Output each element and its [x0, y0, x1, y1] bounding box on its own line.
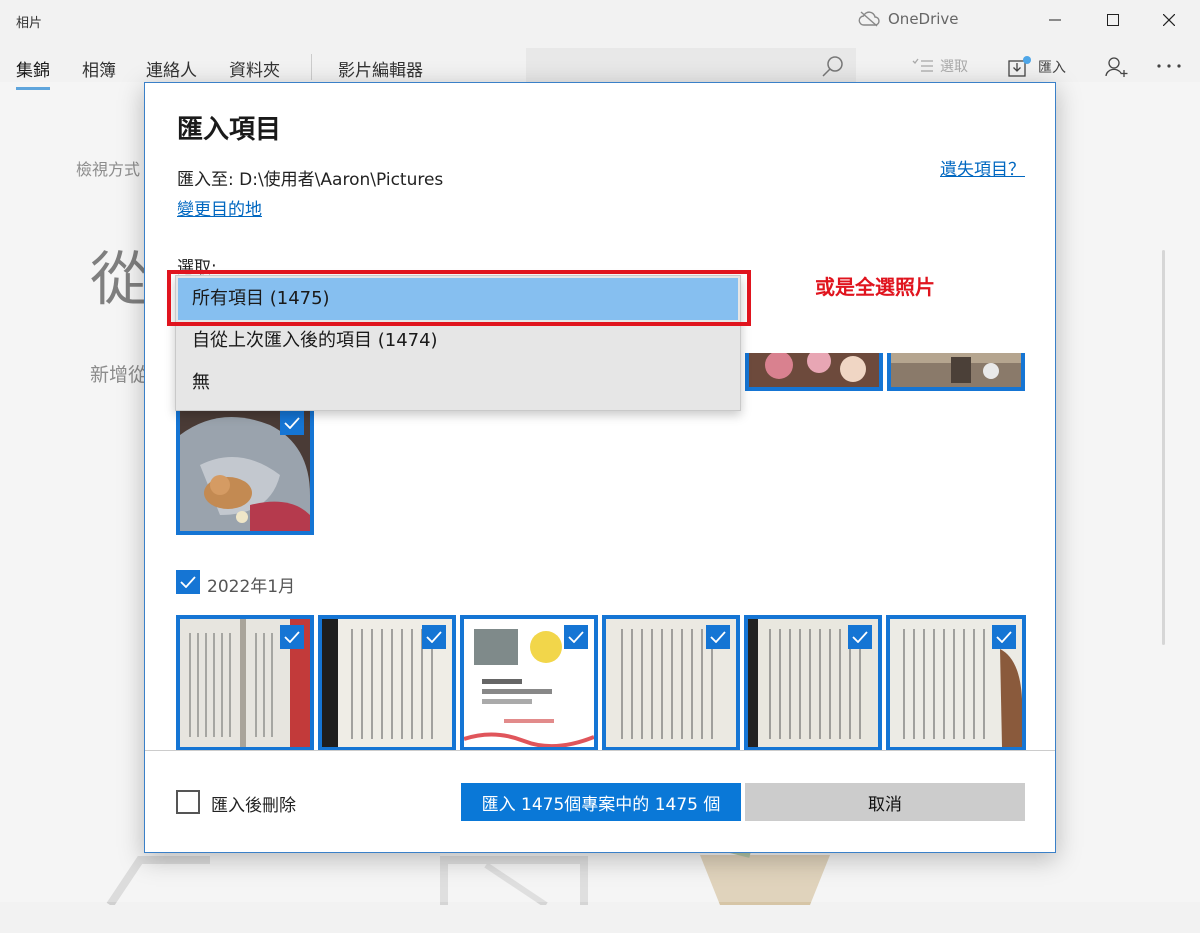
photo-thumbnail[interactable]: [887, 353, 1025, 391]
title-bar: 相片 OneDrive: [0, 0, 1200, 40]
option-all-items[interactable]: 所有項目 (1475): [178, 278, 738, 320]
onedrive-label: OneDrive: [888, 10, 959, 28]
photo-thumbnail[interactable]: [460, 615, 598, 751]
destination-path: 匯入至: D:\使用者\Aaron\Pictures: [177, 170, 444, 190]
tab-collection[interactable]: 集錦: [16, 56, 50, 90]
onedrive-status[interactable]: OneDrive: [858, 10, 959, 28]
item-checkbox[interactable]: [280, 625, 304, 649]
nav-divider: [311, 54, 312, 80]
group-select-checkbox[interactable]: [176, 570, 200, 594]
checkmark-icon: [710, 631, 726, 643]
person-add-icon: [1105, 57, 1128, 77]
checkmark-icon: [426, 631, 442, 643]
close-window-button[interactable]: [1140, 0, 1198, 40]
missing-items-link[interactable]: 遺失項目？: [940, 155, 1025, 180]
import-selected-button[interactable]: 匯入 1475個專案中的 1475 個: [461, 783, 741, 821]
account-button[interactable]: [1104, 56, 1128, 78]
group-date-label: 2022年1月: [207, 577, 296, 597]
photo-thumbnail[interactable]: [318, 615, 456, 751]
option-none[interactable]: 無: [178, 362, 738, 404]
option-since-last-import[interactable]: 自從上次匯入後的項目 (1474): [178, 320, 738, 362]
photo-thumbnail[interactable]: [176, 401, 314, 535]
checkmark-icon: [180, 576, 196, 588]
item-checkbox[interactable]: [422, 625, 446, 649]
annotation-text: 或是全選照片: [815, 275, 935, 299]
select-button[interactable]: 選取: [912, 56, 968, 76]
close-icon: [1163, 14, 1175, 26]
delete-after-import-checkbox[interactable]: [176, 790, 200, 814]
more-icon: [1157, 64, 1181, 68]
search-input[interactable]: [526, 48, 856, 84]
tab-people[interactable]: 連絡人: [146, 56, 197, 81]
minimize-icon: [1049, 19, 1061, 21]
item-checkbox[interactable]: [564, 625, 588, 649]
cancel-button[interactable]: 取消: [745, 783, 1025, 821]
photo-thumbnail[interactable]: [176, 615, 314, 751]
app-title: 相片: [16, 16, 43, 31]
photo-thumbnail[interactable]: [886, 615, 1026, 751]
checkmark-icon: [568, 631, 584, 643]
minimize-button[interactable]: [1026, 0, 1084, 40]
import-button[interactable]: 匯入: [1008, 56, 1066, 78]
photo-thumbnail[interactable]: [602, 615, 740, 751]
dialog-title: 匯入項目: [177, 115, 282, 145]
photo-image: [749, 353, 879, 387]
footer-divider: [145, 750, 1055, 751]
checkmark-icon: [996, 631, 1012, 643]
maximize-icon: [1107, 14, 1119, 26]
photo-thumbnail[interactable]: [745, 353, 883, 391]
tab-folders[interactable]: 資料夾: [229, 56, 280, 81]
tab-video-editor[interactable]: 影片編輯器: [338, 56, 423, 81]
cloud-off-icon: [858, 11, 880, 27]
import-label: 匯入: [1038, 60, 1066, 76]
select-label: 選取: [940, 59, 968, 75]
tab-albums[interactable]: 相簿: [82, 56, 116, 81]
delete-after-import-label: 匯入後刪除: [211, 796, 296, 816]
photo-thumbnail[interactable]: [744, 615, 882, 751]
checkmark-icon: [284, 631, 300, 643]
maximize-button[interactable]: [1084, 0, 1142, 40]
photo-image: [891, 353, 1021, 387]
item-checkbox[interactable]: [706, 625, 730, 649]
checkmark-icon: [284, 417, 300, 429]
item-checkbox[interactable]: [992, 625, 1016, 649]
select-dropdown[interactable]: 所有項目 (1475) 自從上次匯入後的項目 (1474) 無: [175, 275, 741, 411]
select-list-icon: [912, 58, 933, 72]
import-dialog: 匯入項目 匯入至: D:\使用者\Aaron\Pictures 變更目的地 遺失…: [144, 82, 1056, 853]
import-icon: [1008, 56, 1031, 77]
item-checkbox[interactable]: [280, 411, 304, 435]
more-options-button[interactable]: [1156, 52, 1182, 72]
change-destination-link[interactable]: 變更目的地: [177, 195, 262, 220]
checkmark-icon: [852, 631, 868, 643]
search-icon: [822, 56, 843, 77]
item-checkbox[interactable]: [848, 625, 872, 649]
